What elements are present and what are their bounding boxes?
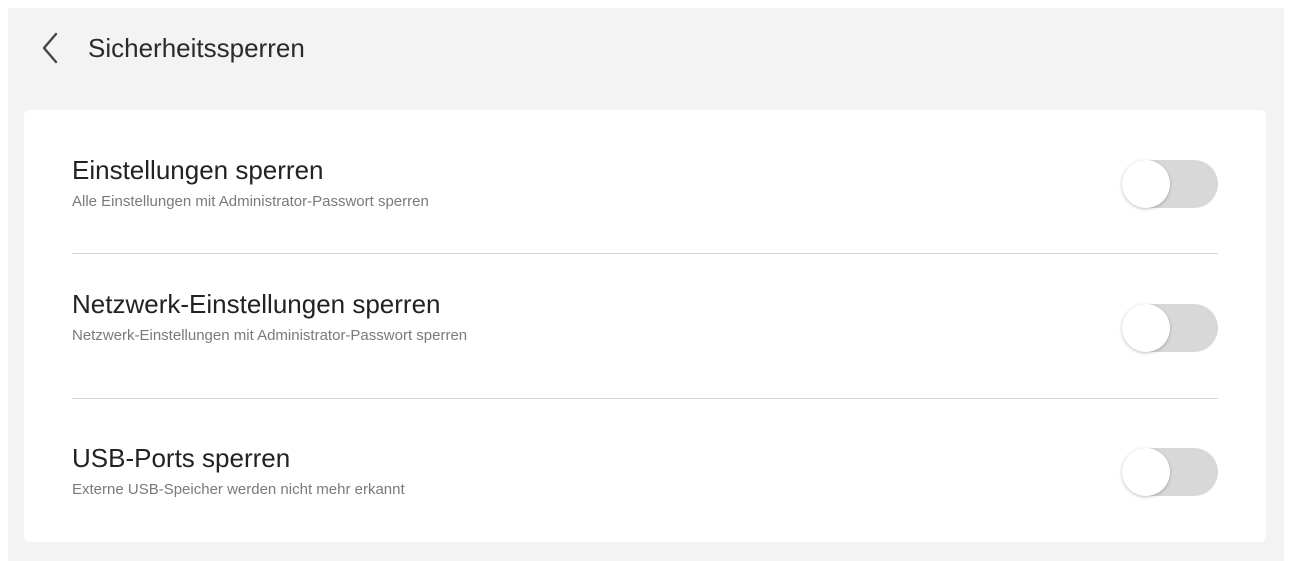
header: Sicherheitssperren <box>8 8 1284 98</box>
setting-row-lock-usb: USB-Ports sperren Externe USB-Speicher w… <box>72 442 1218 502</box>
settings-panel: Sicherheitssperren Einstellungen sperren… <box>8 8 1284 561</box>
setting-title: USB-Ports sperren <box>72 443 291 473</box>
toggle-knob <box>1122 160 1170 208</box>
settings-card: Einstellungen sperren Alle Einstellungen… <box>24 110 1266 542</box>
lock-usb-toggle[interactable] <box>1122 448 1218 496</box>
setting-row-lock-network: Netzwerk-Einstellungen sperren Netzwerk-… <box>72 288 1218 368</box>
divider <box>72 253 1218 254</box>
setting-title: Einstellungen sperren <box>72 155 324 185</box>
chevron-left-icon <box>42 32 58 64</box>
setting-row-lock-settings: Einstellungen sperren Alle Einstellungen… <box>72 154 1218 214</box>
setting-subtitle: Externe USB-Speicher werden nicht mehr e… <box>72 481 405 498</box>
divider <box>72 398 1218 399</box>
page-title: Sicherheitssperren <box>88 33 305 63</box>
toggle-knob <box>1122 304 1170 352</box>
lock-settings-toggle[interactable] <box>1122 160 1218 208</box>
lock-network-toggle[interactable] <box>1122 304 1218 352</box>
setting-subtitle: Alle Einstellungen mit Administrator-Pas… <box>72 193 429 210</box>
toggle-knob <box>1122 448 1170 496</box>
back-button[interactable] <box>36 28 66 68</box>
setting-title: Netzwerk-Einstellungen sperren <box>72 289 441 319</box>
setting-subtitle: Netzwerk-Einstellungen mit Administrator… <box>72 327 468 344</box>
